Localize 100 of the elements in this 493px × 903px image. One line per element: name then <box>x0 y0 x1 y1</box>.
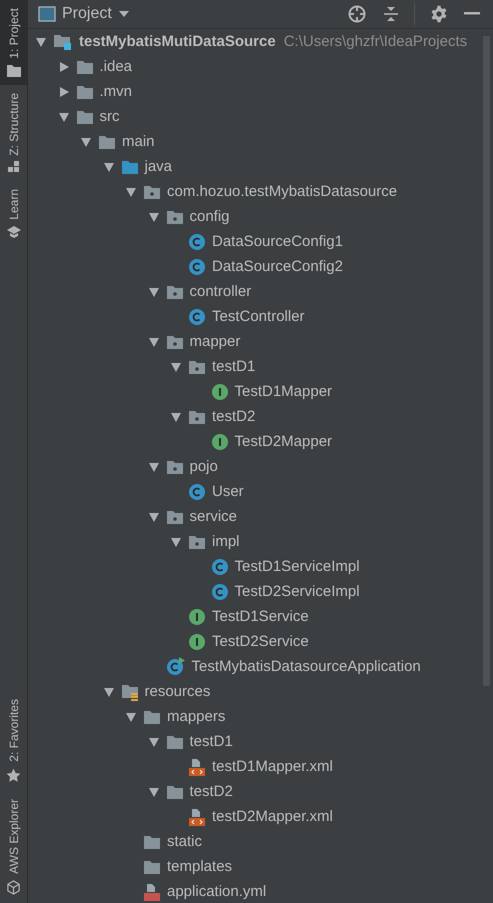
graduation-cap-icon <box>6 226 20 238</box>
tree-item[interactable]: TestD1ServiceImpl <box>234 558 360 575</box>
tree-item[interactable]: .mvn <box>100 83 132 100</box>
expanded-arrow-icon[interactable] <box>125 186 137 198</box>
tree-item[interactable]: TestD1Service <box>212 608 309 625</box>
expanded-arrow-icon[interactable] <box>148 286 160 298</box>
tree-item[interactable]: templates <box>167 858 232 875</box>
expanded-arrow-icon[interactable] <box>58 110 70 122</box>
folder-icon <box>76 58 94 74</box>
tree-item[interactable]: User <box>212 483 244 500</box>
expanded-arrow-icon[interactable] <box>170 410 182 422</box>
xml-file-icon <box>188 758 206 776</box>
tree-item[interactable]: DataSourceConfig1 <box>212 233 343 250</box>
expanded-arrow-icon[interactable] <box>148 736 160 748</box>
tree-item[interactable]: application.yml <box>167 883 266 900</box>
expanded-arrow-icon[interactable] <box>170 360 182 372</box>
class-icon <box>210 582 228 600</box>
interface-icon <box>210 382 228 400</box>
module-icon <box>53 32 73 50</box>
window-icon <box>38 6 56 22</box>
folder-icon <box>76 84 94 100</box>
class-icon <box>188 258 206 276</box>
package-icon <box>166 458 184 474</box>
tree-item[interactable]: static <box>167 833 202 850</box>
tree-item[interactable]: TestMybatisDatasourceApplication <box>192 658 421 675</box>
tree-item[interactable]: impl <box>212 533 240 550</box>
tree-item[interactable]: mappers <box>167 708 226 725</box>
package-icon <box>166 334 184 350</box>
tree-item[interactable]: src <box>100 108 120 125</box>
tree-item[interactable]: testD1 <box>190 733 233 750</box>
package-icon <box>188 408 206 424</box>
tree-item[interactable]: TestD2ServiceImpl <box>234 583 360 600</box>
cube-icon <box>6 880 21 895</box>
tree-item[interactable]: mapper <box>190 333 240 350</box>
expanded-arrow-icon[interactable] <box>148 786 160 798</box>
tool-window-tab[interactable]: AWS Explorer <box>0 791 27 903</box>
package-icon <box>166 208 184 224</box>
xml-file-icon <box>188 808 206 826</box>
collapsed-arrow-icon[interactable] <box>58 86 70 98</box>
tool-window-tab[interactable]: Z: Structure <box>0 84 27 182</box>
tree-item[interactable]: controller <box>190 283 252 300</box>
tree-item[interactable]: TestD2Mapper <box>234 433 332 450</box>
expanded-arrow-icon[interactable] <box>102 686 114 698</box>
tree-item[interactable]: main <box>122 133 155 150</box>
folder-icon <box>143 834 161 850</box>
tool-window-tab[interactable]: 1: Project <box>0 0 27 85</box>
tree-item[interactable]: pojo <box>190 458 218 475</box>
expanded-arrow-icon[interactable] <box>125 710 137 722</box>
class-icon <box>188 232 206 250</box>
folder-icon <box>166 734 184 750</box>
expanded-arrow-icon[interactable] <box>148 336 160 348</box>
tree-item[interactable]: TestController <box>212 308 305 325</box>
expanded-arrow-icon[interactable] <box>148 210 160 222</box>
interface-icon <box>188 632 206 650</box>
interface-icon <box>188 608 206 626</box>
collapsed-arrow-icon[interactable] <box>58 60 70 72</box>
tree-item[interactable]: TestD1Mapper <box>234 383 332 400</box>
package-icon <box>143 184 161 200</box>
tool-window-tab[interactable]: 2: Favorites <box>0 691 27 792</box>
class-icon <box>188 308 206 326</box>
tree-item[interactable]: com.hozuo.testMybatisDatasource <box>167 183 398 200</box>
folder-icon <box>76 108 94 124</box>
structure-icon <box>8 161 20 174</box>
tree-item[interactable]: testMybatisMutiDataSource <box>79 33 276 50</box>
tree-item[interactable]: TestD2Service <box>212 633 309 650</box>
class-icon <box>210 558 228 576</box>
tree-item[interactable]: testD2 <box>212 408 256 425</box>
tool-window-tab[interactable]: Learn <box>0 181 27 246</box>
project-path: C:\Users\ghzfr\IdeaProjects <box>284 33 468 50</box>
package-icon <box>188 534 206 550</box>
tree-item[interactable]: config <box>190 208 230 225</box>
tree-item[interactable]: .idea <box>100 58 132 75</box>
tree-item[interactable]: service <box>190 508 238 525</box>
star-icon <box>6 768 21 784</box>
tree-item[interactable]: testD2 <box>190 783 233 800</box>
expanded-arrow-icon[interactable] <box>148 460 160 472</box>
package-icon <box>166 284 184 300</box>
tree-item[interactable]: testD1Mapper.xml <box>212 758 333 775</box>
interface-icon <box>210 432 228 450</box>
expanded-arrow-icon[interactable] <box>102 160 114 172</box>
folder-icon <box>6 64 20 77</box>
folder-icon <box>98 134 116 150</box>
folder-icon <box>166 784 184 800</box>
tree-item[interactable]: java <box>144 158 172 175</box>
tree-item[interactable]: DataSourceConfig2 <box>212 258 343 275</box>
tree-item[interactable]: testD1 <box>212 358 256 375</box>
folder-icon <box>120 158 138 174</box>
folder-icon <box>143 708 161 724</box>
expanded-arrow-icon[interactable] <box>35 36 47 48</box>
expanded-arrow-icon[interactable] <box>170 536 182 548</box>
panel-title[interactable]: Project <box>62 5 112 23</box>
expanded-arrow-icon[interactable] <box>80 136 92 148</box>
caret-icon[interactable] <box>118 10 130 18</box>
tree-item[interactable]: resources <box>144 683 210 700</box>
class-icon <box>188 482 206 500</box>
tree-item[interactable]: testD2Mapper.xml <box>212 808 333 825</box>
run-class-icon <box>166 657 186 676</box>
expanded-arrow-icon[interactable] <box>148 510 160 522</box>
resources-folder-icon <box>120 682 138 700</box>
folder-icon <box>143 858 161 874</box>
